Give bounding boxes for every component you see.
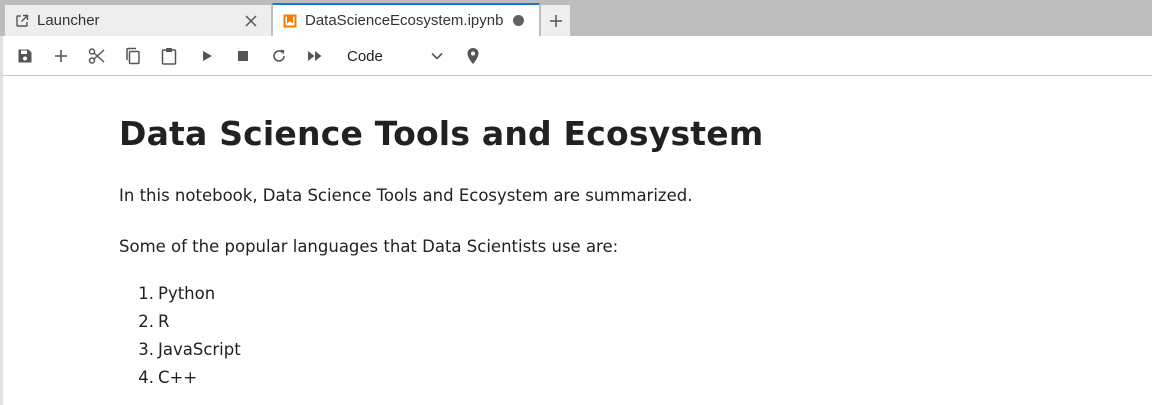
chevron-down-icon: [431, 52, 443, 60]
languages-list: 1. Python 2. R 3. JavaScript 4. C++: [119, 282, 241, 394]
external-link-icon: [15, 14, 29, 28]
add-cell-button[interactable]: [51, 46, 71, 66]
notebook-title: Data Science Tools and Ecosystem: [119, 114, 764, 153]
unsaved-dot-icon[interactable]: [513, 15, 524, 26]
notebook-icon: [283, 14, 297, 28]
copy-icon: [126, 47, 140, 65]
cut-button[interactable]: [87, 46, 107, 66]
notebook-toolbar: Code: [0, 36, 1152, 76]
paste-button[interactable]: [159, 46, 179, 66]
tab-notebook[interactable]: DataScienceEcosystem.ipynb: [272, 3, 540, 36]
tab-bar: Launcher DataScienceEcosystem.ipynb: [0, 0, 1152, 36]
cell-type-dropdown[interactable]: Code: [341, 44, 449, 68]
run-all-button[interactable]: [305, 46, 325, 66]
map-pin-button[interactable]: [463, 46, 483, 66]
list-item: 2. R: [138, 312, 170, 331]
cell-type-label: Code: [347, 47, 383, 65]
close-icon[interactable]: [243, 13, 259, 29]
run-icon: [203, 51, 212, 61]
add-cell-icon: [55, 50, 67, 62]
cut-icon: [88, 48, 105, 64]
save-icon: [18, 49, 32, 63]
tab-launcher[interactable]: Launcher: [4, 4, 272, 36]
notebook-panel: Data Science Tools and Ecosystem In this…: [0, 76, 1152, 405]
restart-icon: [273, 49, 285, 62]
tab-launcher-label: Launcher: [37, 12, 100, 29]
plus-icon: [549, 14, 562, 27]
stop-icon: [238, 51, 248, 61]
intro-paragraph: In this notebook, Data Science Tools and…: [119, 186, 693, 205]
save-button[interactable]: [15, 46, 35, 66]
restart-button[interactable]: [269, 46, 289, 66]
stop-button[interactable]: [233, 46, 253, 66]
tab-notebook-label: DataScienceEcosystem.ipynb: [305, 12, 504, 29]
paste-icon: [161, 48, 177, 65]
copy-button[interactable]: [123, 46, 143, 66]
run-button[interactable]: [197, 46, 217, 66]
list-item: 1. Python: [138, 284, 216, 303]
list-item: 4. C++: [138, 368, 198, 387]
list-item: 3. JavaScript: [138, 340, 241, 359]
new-tab-button[interactable]: [540, 4, 571, 36]
languages-intro-paragraph: Some of the popular languages that Data …: [119, 237, 619, 256]
map-pin-icon: [467, 48, 479, 64]
run-all-icon: [308, 51, 322, 61]
